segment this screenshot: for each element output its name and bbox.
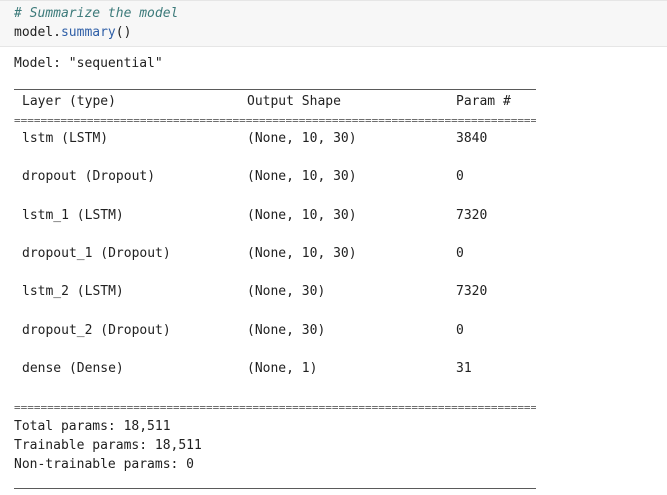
trainable-params: Trainable params: 18,511 [14,438,202,453]
row-output-shape: (None, 30) [247,323,326,338]
table-bottom-rule [14,488,536,489]
row-layer-name: dropout_2 (Dropout) [22,323,171,338]
row-layer-name: lstm_1 (LSTM) [22,208,124,223]
code-input-cell[interactable]: # Summarize the model model.summary() [0,0,667,47]
row-layer-name: dropout_1 (Dropout) [22,246,171,261]
row-param-count: 3840 [456,131,488,146]
row-output-shape: (None, 1) [247,361,318,376]
code-line: model.summary() [14,25,131,41]
row-output-shape: (None, 30) [247,284,326,299]
row-layer-name: lstm_2 (LSTM) [22,284,124,299]
header-separator: ========================================… [14,117,536,125]
cell-output: Model: "sequential" Layer (type) Output … [0,47,667,495]
row-output-shape: (None, 10, 30) [247,169,357,184]
row-output-shape: (None, 10, 30) [247,131,357,146]
row-output-shape: (None, 10, 30) [247,208,357,223]
row-param-count: 0 [456,246,464,261]
row-output-shape: (None, 10, 30) [247,246,357,261]
non-trainable-params: Non-trainable params: 0 [14,457,195,472]
row-layer-name: dropout (Dropout) [22,169,156,184]
header-param-count: Param # [456,94,511,109]
total-params: Total params: 18,511 [14,419,171,434]
code-parens: () [115,25,132,40]
header-output-shape: Output Shape [247,94,341,109]
header-layer: Layer (type) [22,94,116,109]
row-param-count: 0 [456,323,464,338]
model-name-line: Model: "sequential" [14,56,163,71]
code-method: summary [60,25,116,40]
row-param-count: 7320 [456,208,488,223]
row-param-count: 0 [456,169,464,184]
row-layer-name: lstm (LSTM) [22,131,109,146]
row-param-count: 31 [456,361,472,376]
row-param-count: 7320 [456,284,488,299]
code-comment: # Summarize the model [14,6,179,21]
footer-separator: ========================================… [14,404,536,412]
row-layer-name: dense (Dense) [22,361,124,376]
table-top-rule [14,89,536,90]
code-object: model. [14,25,61,40]
